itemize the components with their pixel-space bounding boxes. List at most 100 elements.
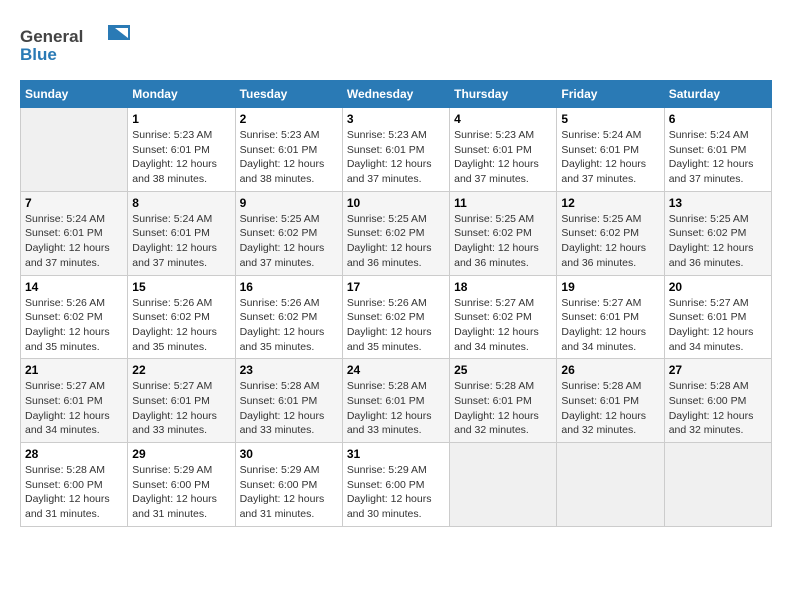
cell-content: Sunrise: 5:24 AM Sunset: 6:01 PM Dayligh… bbox=[561, 128, 659, 187]
calendar-cell: 3 Sunrise: 5:23 AM Sunset: 6:01 PM Daylig… bbox=[342, 108, 449, 192]
calendar-cell: 4Sunrise: 5:23 AM Sunset: 6:01 PM Daylig… bbox=[450, 108, 557, 192]
cell-content: Sunrise: 5:25 AM Sunset: 6:02 PM Dayligh… bbox=[669, 212, 767, 271]
calendar-cell: 26 Sunrise: 5:28 AM Sunset: 6:01 PM Dayli… bbox=[557, 359, 664, 443]
calendar-cell: 1 Sunrise: 5:23 AM Sunset: 6:01 PM Daylig… bbox=[128, 108, 235, 192]
day-number: 31 bbox=[347, 447, 445, 461]
cell-content: Sunrise: 5:23 AM Sunset: 6:01 PM Dayligh… bbox=[240, 128, 338, 187]
column-header-monday: Monday bbox=[128, 81, 235, 108]
cell-content: Sunrise: 5:24 AM Sunset: 6:01 PM Dayligh… bbox=[132, 212, 230, 271]
day-number: 7 bbox=[25, 196, 123, 210]
column-header-wednesday: Wednesday bbox=[342, 81, 449, 108]
calendar-cell: 9Sunrise: 5:25 AM Sunset: 6:02 PM Daylig… bbox=[235, 191, 342, 275]
svg-text:General: General bbox=[20, 27, 83, 46]
cell-content: Sunrise: 5:27 AM Sunset: 6:01 PM Dayligh… bbox=[132, 379, 230, 438]
day-number: 26 bbox=[561, 363, 659, 377]
day-number: 22 bbox=[132, 363, 230, 377]
calendar-cell: 25 Sunrise: 5:28 AM Sunset: 6:01 PM Dayli… bbox=[450, 359, 557, 443]
day-number: 23 bbox=[240, 363, 338, 377]
calendar-cell: 8 Sunrise: 5:24 AM Sunset: 6:01 PM Daylig… bbox=[128, 191, 235, 275]
calendar-cell: 20 Sunrise: 5:27 AM Sunset: 6:01 PM Dayli… bbox=[664, 275, 771, 359]
calendar-cell bbox=[450, 443, 557, 527]
calendar-cell: 22 Sunrise: 5:27 AM Sunset: 6:01 PM Dayli… bbox=[128, 359, 235, 443]
calendar-cell: 11 Sunrise: 5:25 AM Sunset: 6:02 PM Dayli… bbox=[450, 191, 557, 275]
calendar-week-row: 21Sunrise: 5:27 AM Sunset: 6:01 PM Dayli… bbox=[21, 359, 772, 443]
day-number: 2 bbox=[240, 112, 338, 126]
day-number: 27 bbox=[669, 363, 767, 377]
column-header-tuesday: Tuesday bbox=[235, 81, 342, 108]
column-header-friday: Friday bbox=[557, 81, 664, 108]
cell-content: Sunrise: 5:29 AM Sunset: 6:00 PM Dayligh… bbox=[347, 463, 445, 522]
calendar-cell: 31 Sunrise: 5:29 AM Sunset: 6:00 PM Dayli… bbox=[342, 443, 449, 527]
cell-content: Sunrise: 5:29 AM Sunset: 6:00 PM Dayligh… bbox=[240, 463, 338, 522]
day-number: 15 bbox=[132, 280, 230, 294]
cell-content: Sunrise: 5:24 AM Sunset: 6:01 PM Dayligh… bbox=[669, 128, 767, 187]
cell-content: Sunrise: 5:25 AM Sunset: 6:02 PM Dayligh… bbox=[240, 212, 338, 271]
calendar-week-row: 1 Sunrise: 5:23 AM Sunset: 6:01 PM Daylig… bbox=[21, 108, 772, 192]
day-number: 25 bbox=[454, 363, 552, 377]
day-number: 14 bbox=[25, 280, 123, 294]
calendar-week-row: 14 Sunrise: 5:26 AM Sunset: 6:02 PM Dayli… bbox=[21, 275, 772, 359]
day-number: 16 bbox=[240, 280, 338, 294]
cell-content: Sunrise: 5:25 AM Sunset: 6:02 PM Dayligh… bbox=[347, 212, 445, 271]
calendar-cell: 2 Sunrise: 5:23 AM Sunset: 6:01 PM Daylig… bbox=[235, 108, 342, 192]
page-header: General Blue bbox=[20, 20, 772, 70]
day-number: 24 bbox=[347, 363, 445, 377]
calendar-cell: 24 Sunrise: 5:28 AM Sunset: 6:01 PM Dayli… bbox=[342, 359, 449, 443]
cell-content: Sunrise: 5:28 AM Sunset: 6:00 PM Dayligh… bbox=[669, 379, 767, 438]
calendar-week-row: 28Sunrise: 5:28 AM Sunset: 6:00 PM Dayli… bbox=[21, 443, 772, 527]
calendar-cell bbox=[21, 108, 128, 192]
day-number: 17 bbox=[347, 280, 445, 294]
calendar-cell: 23 Sunrise: 5:28 AM Sunset: 6:01 PM Dayli… bbox=[235, 359, 342, 443]
column-header-saturday: Saturday bbox=[664, 81, 771, 108]
calendar-week-row: 7 Sunrise: 5:24 AM Sunset: 6:01 PM Daylig… bbox=[21, 191, 772, 275]
calendar-cell: 6 Sunrise: 5:24 AM Sunset: 6:01 PM Daylig… bbox=[664, 108, 771, 192]
calendar-cell: 28Sunrise: 5:28 AM Sunset: 6:00 PM Dayli… bbox=[21, 443, 128, 527]
calendar-cell: 10 Sunrise: 5:25 AM Sunset: 6:02 PM Dayli… bbox=[342, 191, 449, 275]
calendar-cell: 16 Sunrise: 5:26 AM Sunset: 6:02 PM Dayli… bbox=[235, 275, 342, 359]
column-header-sunday: Sunday bbox=[21, 81, 128, 108]
calendar-cell: 27 Sunrise: 5:28 AM Sunset: 6:00 PM Dayli… bbox=[664, 359, 771, 443]
cell-content: Sunrise: 5:27 AM Sunset: 6:01 PM Dayligh… bbox=[669, 296, 767, 355]
day-number: 1 bbox=[132, 112, 230, 126]
cell-content: Sunrise: 5:26 AM Sunset: 6:02 PM Dayligh… bbox=[240, 296, 338, 355]
day-number: 30 bbox=[240, 447, 338, 461]
day-number: 29 bbox=[132, 447, 230, 461]
svg-text:Blue: Blue bbox=[20, 45, 57, 64]
calendar-cell: 13Sunrise: 5:25 AM Sunset: 6:02 PM Dayli… bbox=[664, 191, 771, 275]
day-number: 20 bbox=[669, 280, 767, 294]
day-number: 11 bbox=[454, 196, 552, 210]
calendar-cell: 15 Sunrise: 5:26 AM Sunset: 6:02 PM Dayli… bbox=[128, 275, 235, 359]
day-number: 19 bbox=[561, 280, 659, 294]
day-number: 5 bbox=[561, 112, 659, 126]
calendar-cell: 12Sunrise: 5:25 AM Sunset: 6:02 PM Dayli… bbox=[557, 191, 664, 275]
cell-content: Sunrise: 5:25 AM Sunset: 6:02 PM Dayligh… bbox=[454, 212, 552, 271]
day-number: 8 bbox=[132, 196, 230, 210]
calendar-cell: 14 Sunrise: 5:26 AM Sunset: 6:02 PM Dayli… bbox=[21, 275, 128, 359]
day-number: 3 bbox=[347, 112, 445, 126]
cell-content: Sunrise: 5:29 AM Sunset: 6:00 PM Dayligh… bbox=[132, 463, 230, 522]
day-number: 6 bbox=[669, 112, 767, 126]
calendar-cell bbox=[557, 443, 664, 527]
cell-content: Sunrise: 5:28 AM Sunset: 6:01 PM Dayligh… bbox=[240, 379, 338, 438]
cell-content: Sunrise: 5:27 AM Sunset: 6:02 PM Dayligh… bbox=[454, 296, 552, 355]
day-number: 10 bbox=[347, 196, 445, 210]
cell-content: Sunrise: 5:28 AM Sunset: 6:01 PM Dayligh… bbox=[561, 379, 659, 438]
cell-content: Sunrise: 5:26 AM Sunset: 6:02 PM Dayligh… bbox=[25, 296, 123, 355]
day-number: 28 bbox=[25, 447, 123, 461]
calendar-cell: 29 Sunrise: 5:29 AM Sunset: 6:00 PM Dayli… bbox=[128, 443, 235, 527]
cell-content: Sunrise: 5:28 AM Sunset: 6:01 PM Dayligh… bbox=[454, 379, 552, 438]
cell-content: Sunrise: 5:23 AM Sunset: 6:01 PM Dayligh… bbox=[347, 128, 445, 187]
calendar-cell: 30 Sunrise: 5:29 AM Sunset: 6:00 PM Dayli… bbox=[235, 443, 342, 527]
cell-content: Sunrise: 5:27 AM Sunset: 6:01 PM Dayligh… bbox=[561, 296, 659, 355]
calendar-header-row: SundayMondayTuesdayWednesdayThursdayFrid… bbox=[21, 81, 772, 108]
calendar-cell: 18Sunrise: 5:27 AM Sunset: 6:02 PM Dayli… bbox=[450, 275, 557, 359]
logo: General Blue bbox=[20, 20, 130, 70]
calendar-cell: 21Sunrise: 5:27 AM Sunset: 6:01 PM Dayli… bbox=[21, 359, 128, 443]
column-header-thursday: Thursday bbox=[450, 81, 557, 108]
calendar-cell: 7Sunrise: 5:24 AM Sunset: 6:01 PM Daylig… bbox=[21, 191, 128, 275]
cell-content: Sunrise: 5:23 AM Sunset: 6:01 PM Dayligh… bbox=[132, 128, 230, 187]
calendar-table: SundayMondayTuesdayWednesdayThursdayFrid… bbox=[20, 80, 772, 527]
calendar-cell: 5 Sunrise: 5:24 AM Sunset: 6:01 PM Daylig… bbox=[557, 108, 664, 192]
cell-content: Sunrise: 5:26 AM Sunset: 6:02 PM Dayligh… bbox=[132, 296, 230, 355]
cell-content: Sunrise: 5:28 AM Sunset: 6:01 PM Dayligh… bbox=[347, 379, 445, 438]
